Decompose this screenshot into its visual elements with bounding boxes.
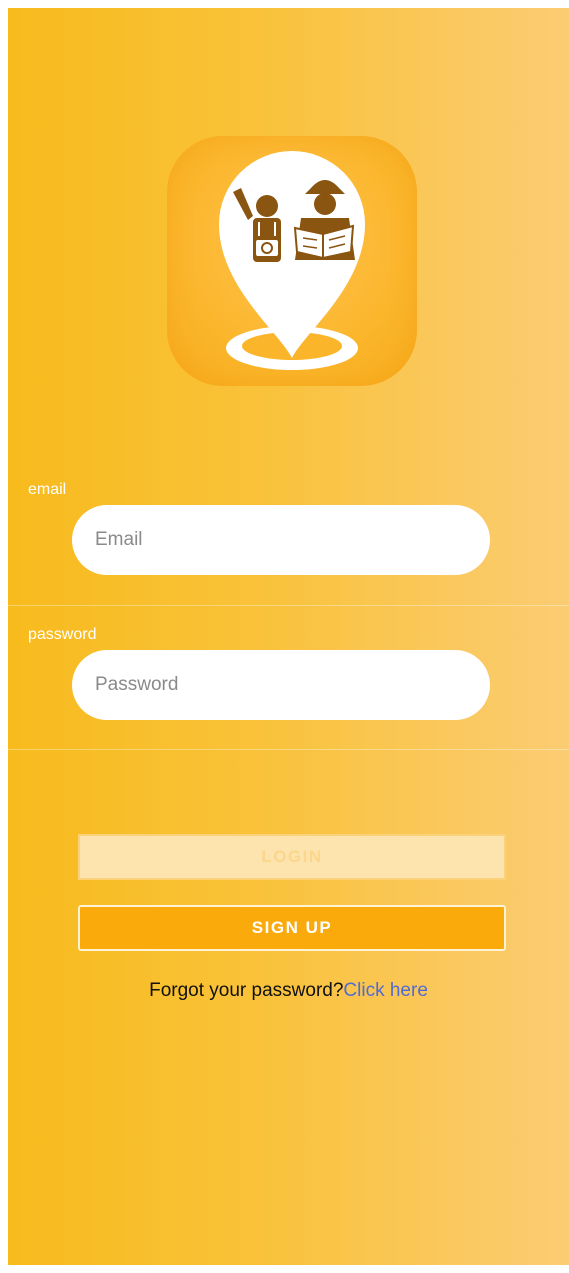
login-button-label: LOGIN (261, 847, 323, 866)
password-divider (8, 749, 569, 750)
email-divider (8, 605, 569, 606)
signup-button[interactable]: SIGN UP (78, 905, 506, 951)
forgot-password-text: Forgot your password? (149, 980, 344, 1001)
forgot-password-row: Forgot your password?Click here (8, 980, 569, 1002)
signup-button-label: SIGN UP (251, 918, 333, 937)
login-screen: email password LOGIN SIGN UP Forgot your… (8, 8, 569, 1265)
location-pin-travelers-icon (219, 151, 365, 370)
password-input[interactable] (72, 650, 490, 720)
password-label: password (28, 626, 97, 643)
forgot-password-link[interactable]: Click here (343, 980, 427, 1001)
email-input[interactable] (72, 505, 490, 575)
login-button[interactable]: LOGIN (78, 834, 506, 880)
app-logo (167, 136, 417, 386)
email-label: email (28, 481, 67, 498)
